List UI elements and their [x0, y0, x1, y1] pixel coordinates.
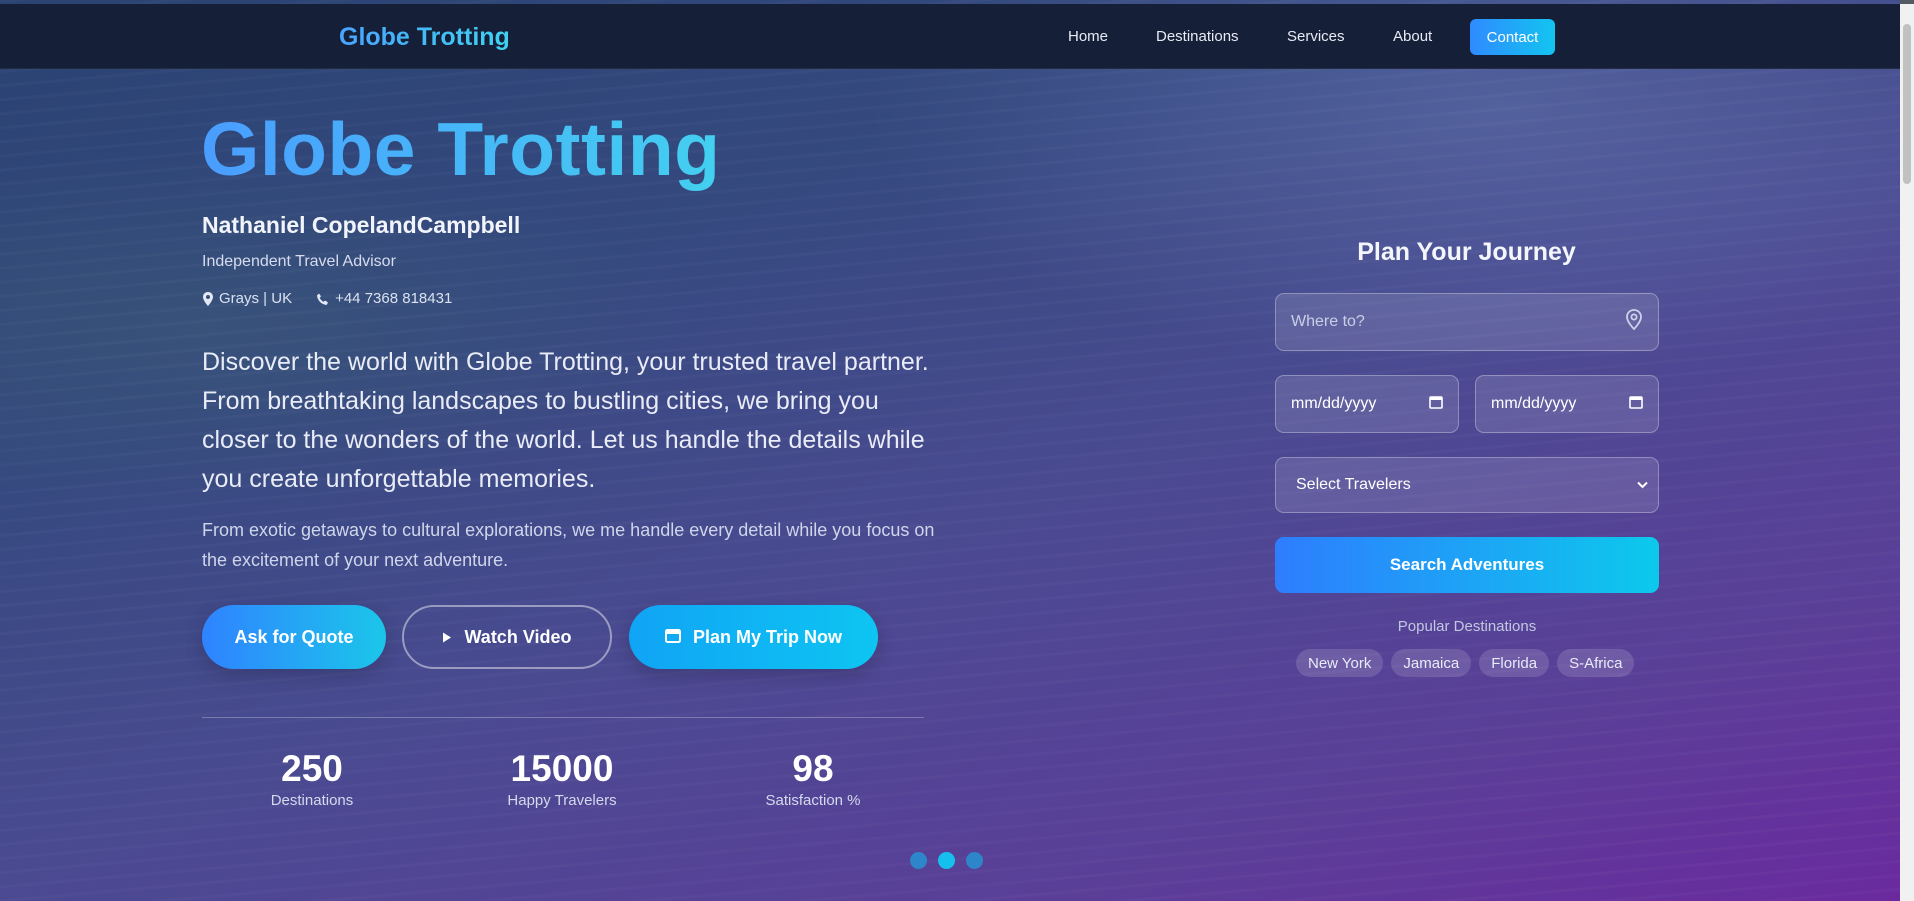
plan-trip-button[interactable]: Plan My Trip Now: [629, 605, 878, 669]
stat-label: Happy Travelers: [507, 792, 617, 809]
watch-video-button[interactable]: Watch Video: [402, 605, 612, 669]
stat-label: Satisfaction %: [765, 792, 861, 809]
date-from-placeholder: mm/dd/yyyy: [1291, 395, 1377, 412]
nav-contact-button[interactable]: Contact: [1470, 19, 1555, 55]
carousel-dots: [910, 852, 983, 869]
navbar: Globe Trotting Home Destinations Service…: [0, 4, 1900, 69]
carousel-dot[interactable]: [966, 852, 983, 869]
play-icon: [442, 627, 452, 648]
popular-destinations-label: Popular Destinations: [1397, 618, 1537, 635]
carousel-dot-active[interactable]: [938, 852, 955, 869]
brand-logo[interactable]: Globe Trotting: [339, 23, 510, 52]
stat-value: 15000: [510, 748, 614, 789]
travelers-selected-value: Select Travelers: [1296, 476, 1411, 493]
watch-video-label: Watch Video: [464, 626, 572, 647]
plan-trip-label: Plan My Trip Now: [692, 626, 843, 647]
destination-chip-new-york[interactable]: New York: [1296, 649, 1384, 677]
nav-link-destinations[interactable]: Destinations: [1156, 28, 1239, 45]
nav-link-about[interactable]: About: [1393, 28, 1432, 45]
calendar-icon: [664, 627, 681, 648]
stat-satisfaction: 98 Satisfaction %: [713, 748, 913, 809]
planner-title: Plan Your Journey: [1357, 238, 1576, 266]
phone-icon: [316, 290, 329, 307]
where-to-input[interactable]: Where to?: [1275, 293, 1659, 351]
map-pin-outline-icon: [1625, 309, 1643, 335]
hero-lead-text: Discover the world with Globe Trotting, …: [202, 348, 929, 493]
page-scrollbar[interactable]: [1900, 4, 1914, 901]
stats-divider: [202, 717, 924, 718]
date-from-input[interactable]: mm/dd/yyyy: [1275, 375, 1459, 433]
stat-destinations: 250 Destinations: [212, 748, 412, 809]
calendar-icon[interactable]: [1629, 395, 1643, 414]
advisor-role: Independent Travel Advisor: [202, 253, 396, 270]
stat-value: 250: [281, 748, 343, 789]
ask-quote-button[interactable]: Ask for Quote: [202, 605, 386, 669]
map-pin-icon: [202, 290, 214, 307]
nav-link-services[interactable]: Services: [1287, 28, 1345, 45]
hero-title: Globe Trotting: [201, 107, 721, 191]
stat-value: 98: [792, 748, 834, 789]
advisor-location: Grays | UK: [219, 290, 293, 307]
destination-chip-s-africa[interactable]: S-Africa: [1557, 649, 1635, 677]
travelers-select[interactable]: Select Travelers: [1275, 457, 1659, 513]
hero-sub-text: From exotic getaways to cultural explora…: [202, 520, 935, 570]
advisor-phone[interactable]: +44 7368 818431: [335, 290, 452, 307]
scrollbar-thumb[interactable]: [1903, 24, 1911, 184]
destination-chip-jamaica[interactable]: Jamaica: [1391, 649, 1472, 677]
advisor-name: Nathaniel CopelandCampbell: [202, 212, 521, 238]
calendar-icon[interactable]: [1429, 395, 1443, 414]
search-adventures-button[interactable]: Search Adventures: [1275, 537, 1659, 593]
popular-destinations-list: New York Jamaica Florida S-Africa: [1296, 649, 1635, 677]
carousel-dot[interactable]: [910, 852, 927, 869]
advisor-contact-row: Grays | UK +44 7368 818431: [202, 290, 452, 307]
chevron-down-icon: [1637, 476, 1648, 494]
where-to-placeholder: Where to?: [1291, 313, 1365, 330]
nav-link-home[interactable]: Home: [1068, 28, 1108, 45]
destination-chip-florida[interactable]: Florida: [1479, 649, 1550, 677]
ask-quote-label: Ask for Quote: [234, 626, 354, 647]
date-to-placeholder: mm/dd/yyyy: [1491, 395, 1577, 412]
date-to-input[interactable]: mm/dd/yyyy: [1475, 375, 1659, 433]
stat-happy-travelers: 15000 Happy Travelers: [462, 748, 662, 809]
stat-label: Destinations: [270, 792, 354, 809]
